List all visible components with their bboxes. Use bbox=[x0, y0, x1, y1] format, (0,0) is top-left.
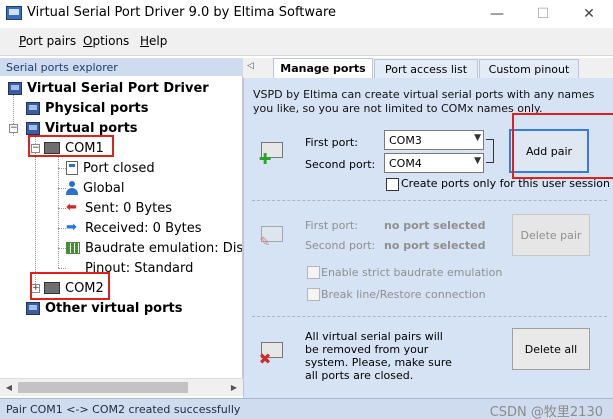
menu-bar: Port pairs Options Help bbox=[0, 28, 613, 56]
tree-line bbox=[58, 228, 66, 229]
first-port-select[interactable]: COM3 ▼ bbox=[384, 130, 484, 150]
delete-pair-button[interactable]: Delete pair bbox=[512, 214, 590, 256]
strict-baudrate-label: Enable strict baudrate emulation bbox=[321, 266, 503, 279]
highlight-box-com2 bbox=[30, 272, 110, 300]
scroll-thumb[interactable] bbox=[18, 382, 188, 393]
window-title: Virtual Serial Port Driver 9.0 by Eltima… bbox=[27, 5, 337, 20]
tab-port-access-list[interactable]: Port access list bbox=[374, 59, 478, 78]
title-bar: Virtual Serial Port Driver 9.0 by Eltima… bbox=[0, 0, 613, 28]
user-icon bbox=[66, 181, 78, 195]
tab-strip: ◁ Manage ports Port access list Custom p… bbox=[243, 58, 613, 79]
tree-other-virtual-ports[interactable]: Other virtual ports bbox=[26, 299, 182, 317]
second-port-label: Second port: bbox=[305, 158, 376, 171]
tree-com1-baudrate[interactable]: Baudrate emulation: Disabled bbox=[66, 239, 242, 257]
add-pair-icon: ✚ bbox=[258, 140, 284, 167]
tree-line bbox=[58, 268, 66, 269]
first-port-label: First port: bbox=[305, 136, 358, 149]
scroll-right-icon[interactable]: ▶ bbox=[227, 381, 241, 395]
menu-help[interactable]: Help bbox=[140, 34, 167, 48]
tree-com1-scope[interactable]: Global bbox=[66, 179, 124, 197]
second-port-value: no port selected bbox=[384, 239, 486, 252]
computer-icon bbox=[8, 81, 22, 95]
arrow-left-icon: ⬅ bbox=[66, 200, 77, 215]
tree-line bbox=[58, 248, 66, 249]
edit-pair-icon: ✎ bbox=[258, 224, 284, 250]
computer-icon bbox=[26, 121, 40, 135]
break-line-label: Break line/Restore connection bbox=[321, 288, 486, 301]
scroll-left-icon[interactable]: ◀ bbox=[2, 381, 16, 395]
close-button[interactable]: ✕ bbox=[566, 0, 612, 28]
second-port-select[interactable]: COM4 ▼ bbox=[384, 153, 484, 173]
baudrate-icon bbox=[66, 242, 80, 254]
arrow-right-icon: ➡ bbox=[66, 220, 77, 235]
watermark-text: CSDN @牧里2130 bbox=[489, 405, 603, 419]
menu-options[interactable]: Options bbox=[83, 34, 129, 48]
break-line-checkbox[interactable] bbox=[307, 288, 320, 301]
manage-ports-panel: VSPD by Eltima can create virtual serial… bbox=[243, 78, 613, 398]
user-session-label: Create ports only for this user session bbox=[401, 177, 610, 190]
tree-com1-sent[interactable]: ⬅ Sent: 0 Bytes bbox=[66, 199, 172, 217]
tree-line bbox=[35, 136, 36, 286]
tree-line bbox=[58, 208, 66, 209]
status-bar: Pair COM1 <-> COM2 created successfully … bbox=[0, 398, 613, 419]
description-text: VSPD by Eltima can create virtual serial… bbox=[253, 88, 595, 115]
chevron-down-icon: ▼ bbox=[474, 156, 481, 166]
delete-all-text: All virtual serial pairs will be removed… bbox=[305, 330, 452, 382]
delete-all-icon: ✖ bbox=[258, 340, 284, 367]
first-port-value: no port selected bbox=[384, 219, 486, 232]
status-message: Pair COM1 <-> COM2 created successfully bbox=[6, 403, 241, 416]
section-divider bbox=[252, 316, 607, 317]
expander-minus-icon[interactable]: − bbox=[9, 124, 18, 133]
tree-line bbox=[58, 156, 59, 268]
chevron-down-icon: ▼ bbox=[474, 133, 481, 143]
tree-com1-received[interactable]: ➡ Received: 0 Bytes bbox=[66, 219, 202, 237]
tree-line bbox=[58, 188, 66, 189]
menu-port-pairs[interactable]: Port pairs bbox=[19, 34, 76, 48]
strict-baudrate-checkbox[interactable] bbox=[307, 266, 320, 279]
second-port-label-disabled: Second port: bbox=[305, 239, 376, 252]
section-divider bbox=[252, 200, 607, 201]
tree-line bbox=[58, 168, 66, 169]
user-session-checkbox[interactable] bbox=[386, 178, 399, 191]
highlight-box-add-pair bbox=[512, 113, 613, 179]
tab-scroll-icon[interactable]: ◁ bbox=[247, 61, 254, 71]
explorer-header: Serial ports explorer bbox=[0, 58, 243, 76]
minimize-button[interactable]: — bbox=[474, 0, 520, 28]
maximize-button[interactable]: ☐ bbox=[520, 0, 566, 28]
pair-link-icon bbox=[486, 139, 494, 163]
port-closed-icon bbox=[66, 161, 78, 175]
first-port-label-disabled: First port: bbox=[305, 219, 358, 232]
tab-manage-ports[interactable]: Manage ports bbox=[273, 58, 373, 79]
delete-all-button[interactable]: Delete all bbox=[512, 328, 590, 370]
computer-icon bbox=[26, 101, 40, 115]
tree-physical-ports[interactable]: Physical ports bbox=[26, 99, 149, 117]
tree-com1-state[interactable]: Port closed bbox=[66, 159, 155, 177]
tree-root[interactable]: Virtual Serial Port Driver bbox=[8, 79, 209, 97]
highlight-box-com1 bbox=[28, 135, 114, 157]
ports-tree[interactable]: Virtual Serial Port Driver Physical port… bbox=[0, 76, 243, 378]
app-icon bbox=[6, 6, 22, 20]
horizontal-scrollbar[interactable]: ◀ ▶ bbox=[0, 378, 243, 396]
tab-custom-pinout[interactable]: Custom pinout bbox=[479, 59, 579, 78]
computer-icon bbox=[26, 301, 40, 315]
